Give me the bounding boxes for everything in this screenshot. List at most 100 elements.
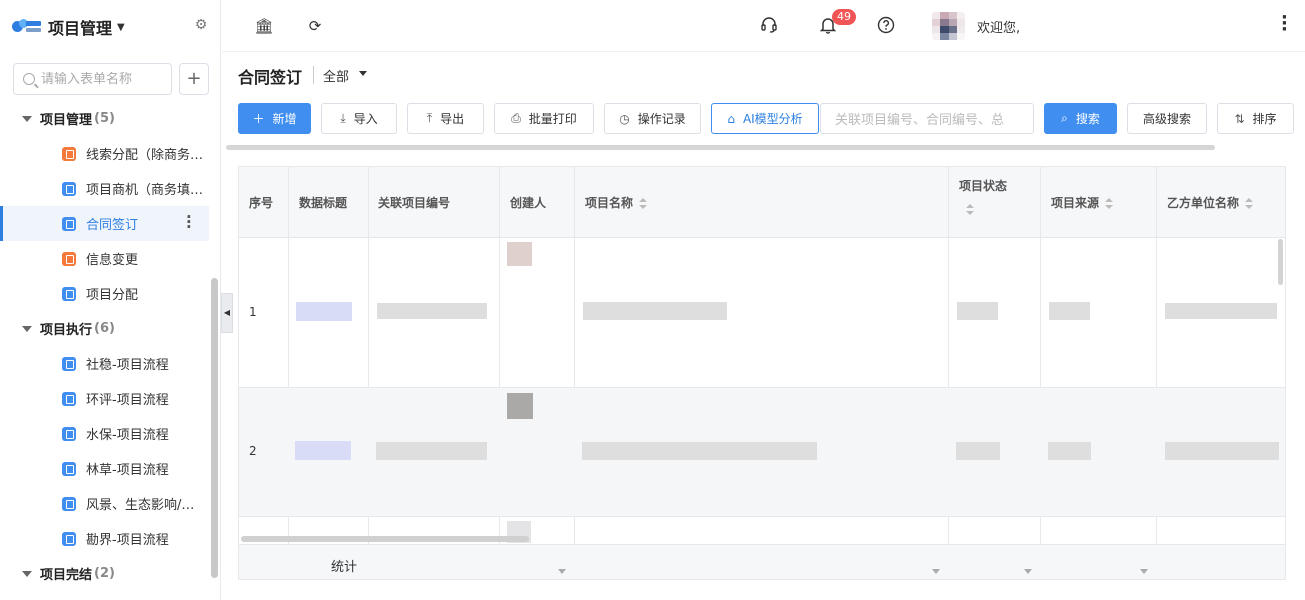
add-form-button[interactable]: + xyxy=(179,63,209,95)
group-label: 项目完结 xyxy=(40,568,93,583)
caret-down-icon[interactable] xyxy=(359,71,367,76)
caret-down-icon xyxy=(22,325,32,332)
more-vertical-icon[interactable]: · · · xyxy=(186,210,192,235)
toolbar-scrollbar[interactable] xyxy=(226,145,1215,150)
tree-item[interactable]: 项目商机（商务填… xyxy=(0,171,209,206)
tree-item[interactable]: 风景、生态影响/… xyxy=(0,486,209,521)
form-icon xyxy=(62,181,76,196)
batch-print-button[interactable]: ⎙ 批量打印 xyxy=(494,103,594,134)
search-icon: ⌕ xyxy=(1061,111,1068,125)
redacted-cell xyxy=(582,442,817,460)
export-button-label: 导出 xyxy=(440,112,465,126)
table-horizontal-scrollbar[interactable] xyxy=(241,536,529,542)
tree-item[interactable]: 信息变更 xyxy=(0,241,209,276)
tree-group-project-execution[interactable]: 项目执行 (6) xyxy=(0,311,209,346)
tree-item[interactable]: 勘界-项目流程 xyxy=(0,521,209,556)
redacted-cell xyxy=(1049,302,1090,320)
row-index: 1 xyxy=(249,305,257,319)
group-count: (5) xyxy=(94,111,115,126)
caret-down-icon[interactable] xyxy=(1024,569,1032,574)
notification-badge: 49 xyxy=(832,9,856,25)
tree-item[interactable]: 水保-项目流程 xyxy=(0,416,209,451)
brand-title: 项目管理 xyxy=(48,19,113,38)
form-tree: 项目管理 (5) 线索分配（除商务… 项目商机（商务填… 合同签订 · · · 信息… xyxy=(0,101,209,591)
caret-down-icon xyxy=(22,115,32,122)
tree-item-label: 项目商机（商务填… xyxy=(86,183,204,198)
form-icon xyxy=(62,286,76,301)
tree-item-label: 风景、生态影响/… xyxy=(86,498,195,513)
gear-icon[interactable]: ⚙ xyxy=(193,17,209,33)
view-filter-dropdown[interactable]: 全部 xyxy=(323,66,349,85)
group-count: (6) xyxy=(94,321,115,336)
data-table: 序号 数据标题 关联项目编号 创建人 项目名称 项目状态 项目来源 乙方单位名称… xyxy=(238,166,1286,580)
caret-down-icon[interactable] xyxy=(558,569,566,574)
column-header-party-b[interactable]: 乙方单位名称 xyxy=(1167,194,1254,211)
redacted-cell xyxy=(1048,442,1091,460)
welcome-text: 欢迎您, xyxy=(977,21,1021,36)
refresh-icon[interactable]: ⟳ xyxy=(305,16,325,36)
advanced-search-button[interactable]: 高级搜索 xyxy=(1127,103,1207,134)
form-icon xyxy=(62,146,76,161)
sidebar-scrollbar[interactable] xyxy=(211,278,218,578)
group-count: (2) xyxy=(94,566,115,581)
add-button[interactable]: ＋ 新增 xyxy=(238,103,311,134)
redacted-cell xyxy=(956,442,1000,460)
redacted-cell xyxy=(376,442,487,460)
headset-icon[interactable] xyxy=(759,16,779,36)
form-search-box[interactable] xyxy=(13,63,172,95)
table-row[interactable]: 2 xyxy=(239,388,1285,517)
form-search-input[interactable] xyxy=(41,71,161,87)
tree-item[interactable]: 项目分配 xyxy=(0,276,209,311)
form-icon xyxy=(62,216,76,231)
robot-icon: ⌂ xyxy=(727,111,735,126)
avatar[interactable] xyxy=(932,12,965,40)
printer-icon: ⎙ xyxy=(511,111,521,125)
redacted-cell xyxy=(295,441,351,460)
operation-log-button[interactable]: ◷ 操作记录 xyxy=(604,103,701,134)
import-button-label: 导入 xyxy=(353,112,378,126)
tree-item-label: 水保-项目流程 xyxy=(86,428,169,443)
sort-icon[interactable] xyxy=(1245,198,1254,209)
upload-icon: ⤒ xyxy=(426,111,433,125)
tree-group-project-management[interactable]: 项目管理 (5) xyxy=(0,101,209,136)
import-button[interactable]: ⤓ 导入 xyxy=(321,103,397,134)
caret-down-icon[interactable] xyxy=(1140,569,1148,574)
caret-down-icon[interactable] xyxy=(932,569,940,574)
ai-analysis-label: AI模型分析 xyxy=(742,112,803,126)
tree-group-project-completed[interactable]: 项目完结 (2) xyxy=(0,556,209,591)
tree-item-active[interactable]: 合同签订 · · · xyxy=(0,206,209,241)
sort-button-label: 排序 xyxy=(1252,112,1277,126)
search-icon xyxy=(23,73,35,85)
tree-item[interactable]: 社稳-项目流程 xyxy=(0,346,209,381)
brand-switcher[interactable]: 项目管理 ▼ xyxy=(12,14,125,40)
keyword-search-input[interactable]: 关联项目编号、合同编号、总 xyxy=(820,103,1034,134)
table-row[interactable]: 1 xyxy=(239,238,1285,388)
export-button[interactable]: ⤒ 导出 xyxy=(407,103,484,134)
redacted-cell xyxy=(296,302,352,321)
help-icon[interactable] xyxy=(876,16,896,36)
form-icon xyxy=(62,426,76,441)
column-header-label: 乙方单位名称 xyxy=(1167,196,1240,210)
search-button[interactable]: ⌕ 搜索 xyxy=(1044,103,1117,134)
collapse-sidebar-handle[interactable]: ◀ xyxy=(221,293,233,333)
sidebar: 项目管理 ▼ ⚙ + 项目管理 (5) 线索分配（除商务… 项目商机（商务填… xyxy=(0,0,221,600)
form-icon xyxy=(62,251,76,266)
tree-item-label: 项目分配 xyxy=(86,288,139,303)
tree-item[interactable]: 环评-项目流程 xyxy=(0,381,209,416)
ai-analysis-button[interactable]: ⌂ AI模型分析 xyxy=(711,103,819,134)
bank-icon[interactable]: 🏛 xyxy=(254,16,274,36)
table-vertical-scrollbar[interactable] xyxy=(1278,239,1283,285)
form-icon xyxy=(62,496,76,511)
redacted-cell xyxy=(377,303,487,319)
redacted-cell xyxy=(583,302,727,320)
sort-button[interactable]: ⇅ 排序 xyxy=(1217,103,1294,134)
operation-log-label: 操作记录 xyxy=(637,112,686,126)
tree-item[interactable]: 线索分配（除商务… xyxy=(0,136,209,171)
more-vertical-icon[interactable]: · · · xyxy=(1281,9,1288,39)
tree-item[interactable]: 林草-项目流程 xyxy=(0,451,209,486)
table-footer-summary: 统计 xyxy=(239,544,1285,579)
form-icon xyxy=(62,356,76,371)
tree-item-label: 林草-项目流程 xyxy=(86,463,169,478)
advanced-search-label: 高级搜索 xyxy=(1142,112,1191,126)
add-button-label: 新增 xyxy=(272,112,297,126)
